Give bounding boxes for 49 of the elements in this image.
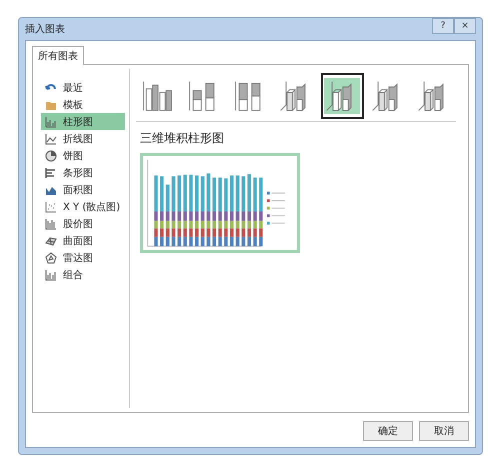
chart-type-item[interactable]: 曲面图 [41,232,125,249]
tab[interactable]: 所有图表 [32,46,84,65]
stacked-column [218,178,222,246]
chart-subtype-option[interactable] [320,73,364,119]
stacked-column [183,174,187,246]
help-button[interactable]: ? [432,18,454,34]
chart-type-item[interactable]: 组合 [41,266,125,283]
chart-type-item[interactable]: 模板 [41,96,125,113]
stacked-column [212,178,216,246]
stacked-column [166,184,170,246]
legend-drawing [267,192,286,225]
chart-type-item[interactable]: 最近 [41,79,125,96]
stacked-column [242,176,246,246]
stacked-column [178,176,182,246]
stacked-column [160,176,164,246]
chart-subtype-name: 三维堆积柱形图 [140,130,225,147]
chart-type-item[interactable]: X Y (散点图) [41,198,125,215]
chart-type-item[interactable]: 条形图 [41,164,125,181]
stacked-column [195,176,199,246]
chart-type-item[interactable]: 饼图 [41,147,125,164]
chart-type-item[interactable]: 雷达图 [41,249,125,266]
chart-type-item[interactable]: 折线图 [41,130,125,147]
stacked-column [154,176,158,246]
line-chart-icon [45,132,57,144]
chart-type-item[interactable]: 面积图 [41,181,125,198]
stacked-column [236,176,240,246]
stacked-column [189,174,193,246]
combo-chart-icon [45,268,57,280]
bar-chart-icon [45,166,57,178]
surface-chart-icon [45,234,57,246]
stacked-column [224,178,228,246]
chart-preview[interactable] [140,153,300,253]
stock-chart-icon [45,218,57,230]
scatter-chart-icon [45,200,57,212]
cancel-button[interactable]: 取消 [419,421,469,441]
ok-button[interactable]: 确定 [363,421,413,441]
radar-chart-icon [45,252,57,264]
stacked-column [253,178,257,246]
pie-chart-icon [45,150,57,162]
chart-type-item[interactable]: 柱形图 [41,113,125,130]
close-button[interactable]: × [454,18,476,34]
chart-type-item[interactable]: 股价图 [41,215,125,232]
stacked-column [172,176,176,246]
stacked-column [259,178,263,246]
stacked-column [200,176,204,246]
3d-column-chart-icon [324,78,360,114]
column-chart-icon [45,116,57,128]
window-title: 插入图表 [25,22,65,36]
stacked-column [230,176,234,246]
